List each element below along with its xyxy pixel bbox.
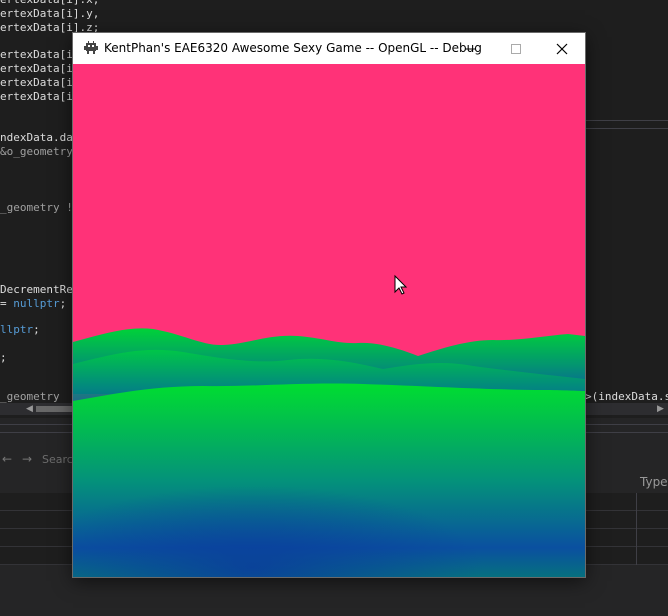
code-token: ertexData[i].x, [0, 0, 99, 6]
window-title: KentPhan's EAE6320 Awesome Sexy Game -- … [104, 41, 482, 55]
code-token: = [0, 297, 14, 310]
code-token: ertexData[i] [0, 48, 80, 61]
back-arrow-icon[interactable]: ← [2, 452, 12, 466]
maximize-button[interactable] [493, 33, 539, 64]
code-fragment-right: >(indexData.s [585, 390, 668, 403]
close-icon [556, 43, 568, 54]
forward-arrow-icon[interactable]: → [22, 452, 32, 466]
code-line[interactable]: &o_geometry, [0, 145, 79, 159]
minimize-button[interactable] [447, 33, 493, 64]
close-button[interactable] [539, 33, 585, 64]
window-titlebar[interactable]: KentPhan's EAE6320 Awesome Sexy Game -- … [73, 33, 585, 64]
code-line[interactable]: _geometry [0, 390, 60, 404]
maximize-icon [511, 43, 521, 54]
code-token: ertexData[i] [0, 62, 80, 75]
code-line[interactable]: _geometry != [0, 201, 79, 215]
scrollbar-thumb[interactable] [36, 406, 76, 412]
column-header-type[interactable]: Type [640, 475, 668, 489]
game-window[interactable]: KentPhan's EAE6320 Awesome Sexy Game -- … [73, 33, 585, 577]
code-token: ertexData[i].y, [0, 7, 100, 20]
editor-separator [585, 128, 668, 129]
code-token: _geometry [0, 390, 60, 403]
game-viewport[interactable] [73, 64, 585, 577]
code-line[interactable]: ertexData[i] [0, 62, 79, 76]
code-token: nullptr [13, 297, 60, 310]
code-token: _geometry != [0, 201, 80, 214]
code-token: ertexData[i] [0, 76, 80, 89]
code-line[interactable]: ertexData[i].x, [0, 0, 99, 7]
code-token: ; [0, 351, 7, 364]
code-token: llptr [0, 323, 34, 336]
code-line[interactable]: ertexData[i] [0, 48, 79, 62]
editor-separator [585, 120, 668, 121]
space-invader-icon [84, 41, 98, 54]
code-token: ; [33, 323, 40, 336]
column-divider [636, 493, 637, 565]
code-line[interactable]: ertexData[i] [0, 90, 79, 104]
code-token: ; [59, 297, 67, 310]
terrain-shading [73, 394, 585, 577]
code-line[interactable]: llptr; [0, 323, 40, 337]
code-token: ertexData[i] [0, 90, 80, 103]
scroll-right-icon[interactable]: ▶ [657, 404, 664, 414]
code-line[interactable]: ertexData[i] [0, 76, 79, 90]
code-line[interactable]: ; [0, 351, 7, 365]
scroll-left-icon[interactable]: ◀ [26, 404, 33, 414]
code-line[interactable]: = nullptr; [0, 297, 66, 311]
minimize-icon [465, 48, 475, 49]
code-line[interactable]: ertexData[i].y, [0, 7, 99, 21]
code-token: &o_geometry, [0, 145, 80, 158]
